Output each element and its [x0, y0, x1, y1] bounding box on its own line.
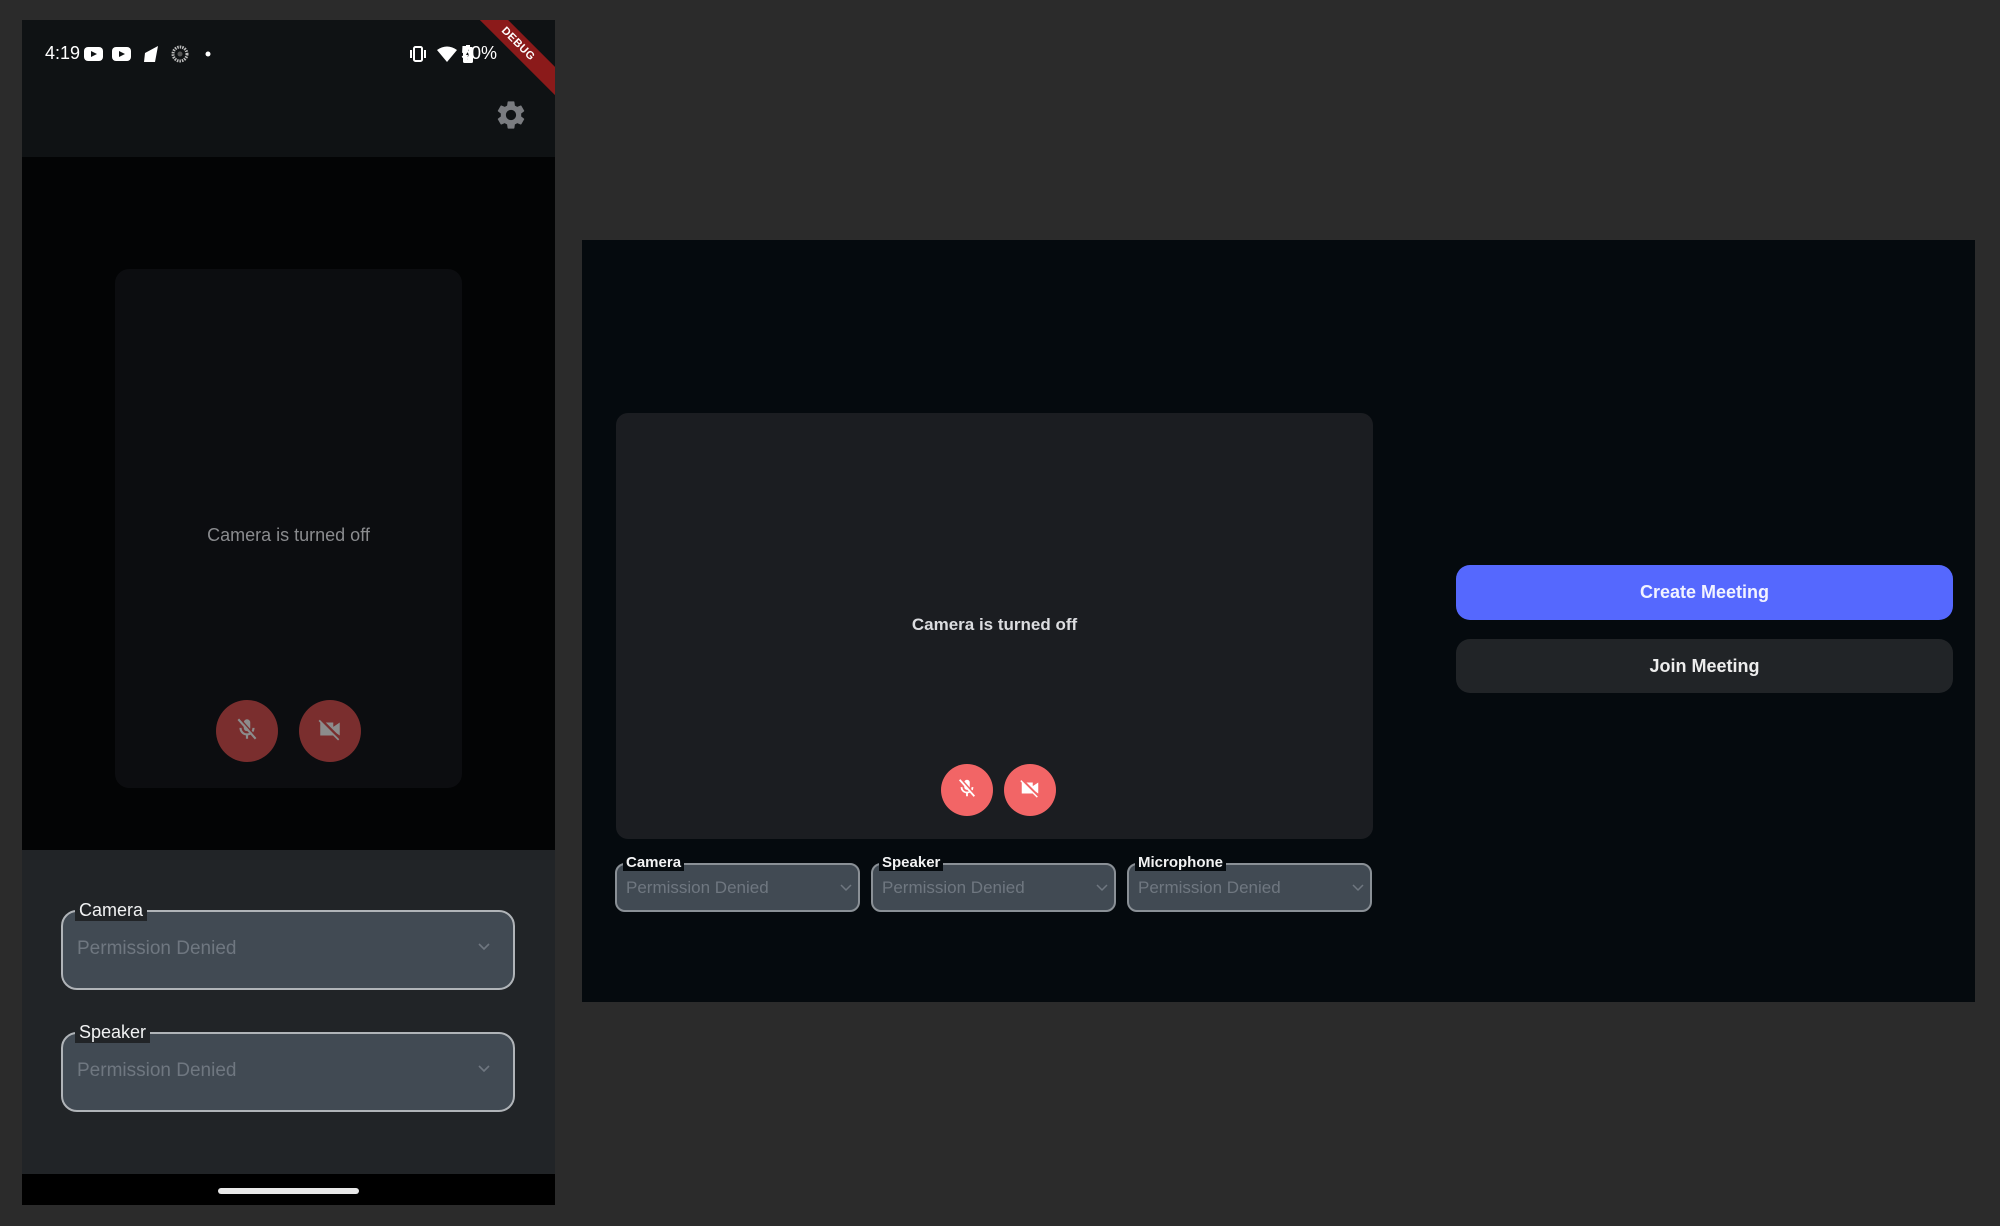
- speaker-select-label: Speaker: [879, 855, 944, 871]
- gear-icon[interactable]: [494, 98, 528, 132]
- videocam-off-icon: [1019, 777, 1041, 804]
- toggle-mic-button[interactable]: [216, 700, 278, 762]
- camera-select-label: Camera: [75, 899, 148, 921]
- camera-off-message: Camera is turned off: [207, 525, 370, 545]
- microphone-select[interactable]: Microphone Permission Denied: [1127, 855, 1372, 912]
- speaker-select-value: Permission Denied: [882, 878, 1025, 897]
- wifi-icon: [437, 44, 457, 64]
- camera-select[interactable]: Camera Permission Denied: [61, 899, 515, 990]
- chevron-down-icon: [477, 940, 491, 954]
- signal-icon: [143, 44, 159, 64]
- speaker-select[interactable]: Speaker Permission Denied: [61, 1021, 515, 1112]
- battery-level: 50%: [460, 43, 497, 63]
- camera-select-value: Permission Denied: [626, 878, 769, 897]
- microphone-select-label: Microphone: [1135, 855, 1226, 871]
- camera-select-label: Camera: [623, 855, 685, 871]
- camera-select[interactable]: Camera Permission Denied: [615, 855, 860, 912]
- spinner-icon: [171, 44, 189, 64]
- youtube-icon: [112, 44, 131, 64]
- chevron-down-icon: [840, 881, 852, 893]
- home-indicator[interactable]: [218, 1188, 359, 1194]
- navigation-bar: [22, 1174, 555, 1205]
- device-settings-panel: Camera Permission Denied Speaker Permiss…: [22, 850, 555, 1174]
- camera-off-message: Camera is turned off: [911, 615, 1078, 634]
- toggle-camera-button[interactable]: [299, 700, 361, 762]
- camera-select-value: Permission Denied: [77, 938, 237, 959]
- status-time: 4:19: [45, 43, 81, 63]
- speaker-select-value: Permission Denied: [77, 1060, 237, 1081]
- mic-off-icon: [956, 777, 978, 804]
- join-meeting-button[interactable]: Join Meeting: [1456, 639, 1953, 693]
- chevron-down-icon: [1096, 881, 1108, 893]
- mobile-preview: 4:19 50% DEBUG Camera is turned off Came…: [22, 20, 555, 1205]
- speaker-select[interactable]: Speaker Permission Denied: [871, 855, 1116, 912]
- videocam-off-icon: [317, 716, 343, 747]
- video-preview-card: Camera is turned off: [616, 413, 1373, 839]
- toggle-mic-button[interactable]: [941, 764, 993, 816]
- dot-icon: [205, 44, 211, 64]
- chevron-down-icon: [1352, 881, 1364, 893]
- chevron-down-icon: [477, 1062, 491, 1076]
- video-preview-card: Camera is turned off: [115, 269, 462, 788]
- microphone-select-value: Permission Denied: [1138, 878, 1281, 897]
- youtube-icon: [84, 44, 103, 64]
- app-bar: 4:19 50% DEBUG: [22, 20, 555, 157]
- toggle-camera-button[interactable]: [1004, 764, 1056, 816]
- vibrate-icon: [408, 44, 428, 64]
- create-meeting-button[interactable]: Create Meeting: [1456, 565, 1953, 620]
- mic-off-icon: [234, 716, 260, 747]
- speaker-select-label: Speaker: [75, 1021, 151, 1043]
- desktop-preview: Camera is turned off Camera Permission D…: [582, 240, 1975, 1002]
